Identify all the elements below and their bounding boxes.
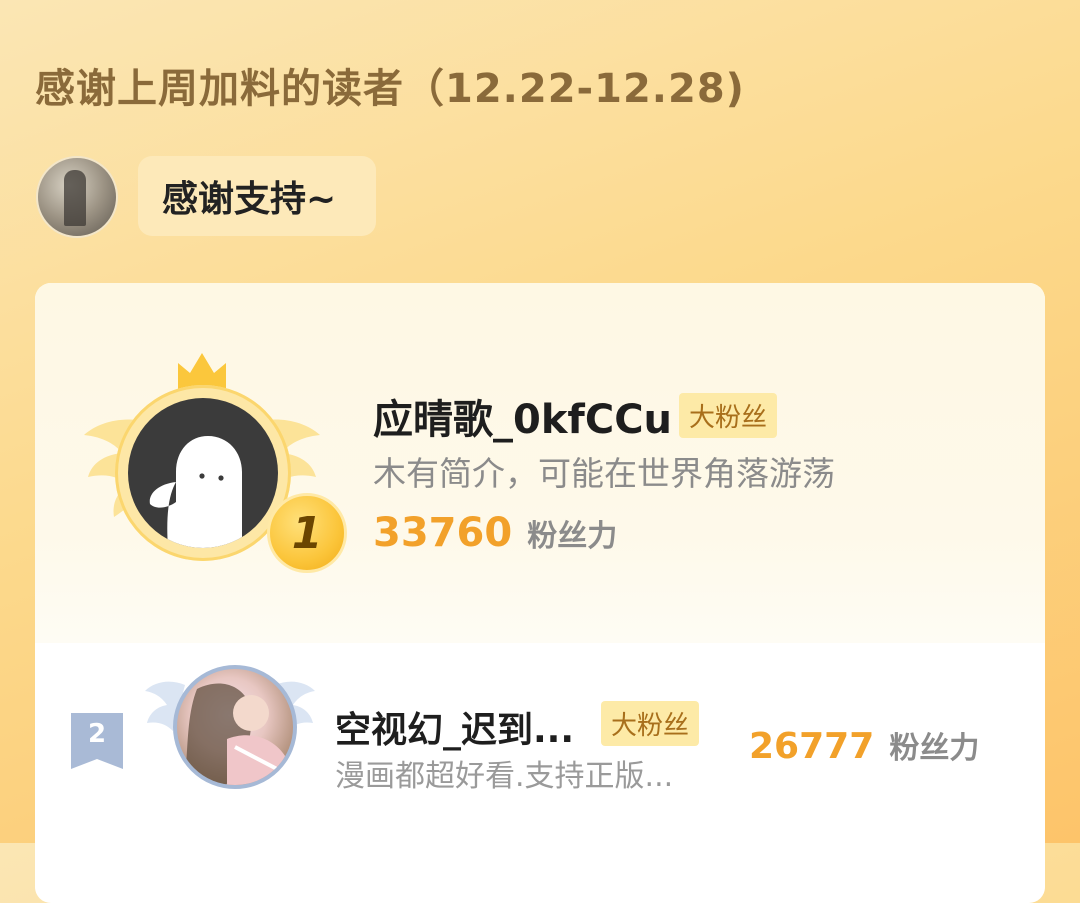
rank-1-description: 木有简介，可能在世界角落游荡 <box>373 454 835 493</box>
page-title: 感谢上周加料的读者（12.22-12.28) <box>35 66 745 112</box>
rank-2-fan-badge: 大粉丝 <box>601 701 700 746</box>
rank-1-power-unit: 粉丝力 <box>527 519 618 554</box>
rank-1-badge: 1 <box>80 343 347 583</box>
anime-avatar-icon <box>184 683 287 785</box>
default-avatar-icon <box>149 436 242 548</box>
rank-1-entry[interactable]: 1 应晴歌_0kfCCu 大粉丝 木有简介，可能在世界角落游荡 33760 粉丝… <box>35 283 1045 643</box>
rank-1-avatar-ring <box>115 385 291 561</box>
author-message-bubble: 感谢支持~ <box>138 156 376 236</box>
rank-1-power-value: 33760 <box>373 510 513 556</box>
rank-1-avatar[interactable] <box>128 398 278 548</box>
rank-2-entry[interactable]: 2 空视幻_迟到... 大粉丝 漫画都超好看.支持正版... 26777 粉丝力 <box>35 643 1045 823</box>
rank-2-username[interactable]: 空视幻_迟到... <box>335 701 574 753</box>
rank-1-number: 1 <box>267 493 347 573</box>
rank-2-number: 2 <box>87 719 107 749</box>
rank-2-avatar[interactable] <box>173 665 297 789</box>
rank-2-fan-power: 26777 粉丝力 <box>749 723 979 767</box>
author-avatar[interactable] <box>36 156 118 238</box>
rank-2-power-unit: 粉丝力 <box>889 731 980 766</box>
ranking-card: 1 应晴歌_0kfCCu 大粉丝 木有简介，可能在世界角落游荡 33760 粉丝… <box>35 283 1045 903</box>
rank-1-username[interactable]: 应晴歌_0kfCCu <box>373 387 672 445</box>
rank-2-power-value: 26777 <box>749 726 875 767</box>
rank-2-avatar-wrap <box>145 665 315 795</box>
rank-1-fan-power: 33760 粉丝力 <box>373 510 617 556</box>
rank-1-fan-badge: 大粉丝 <box>679 393 778 438</box>
rank-2-description: 漫画都超好看.支持正版... <box>335 759 674 794</box>
